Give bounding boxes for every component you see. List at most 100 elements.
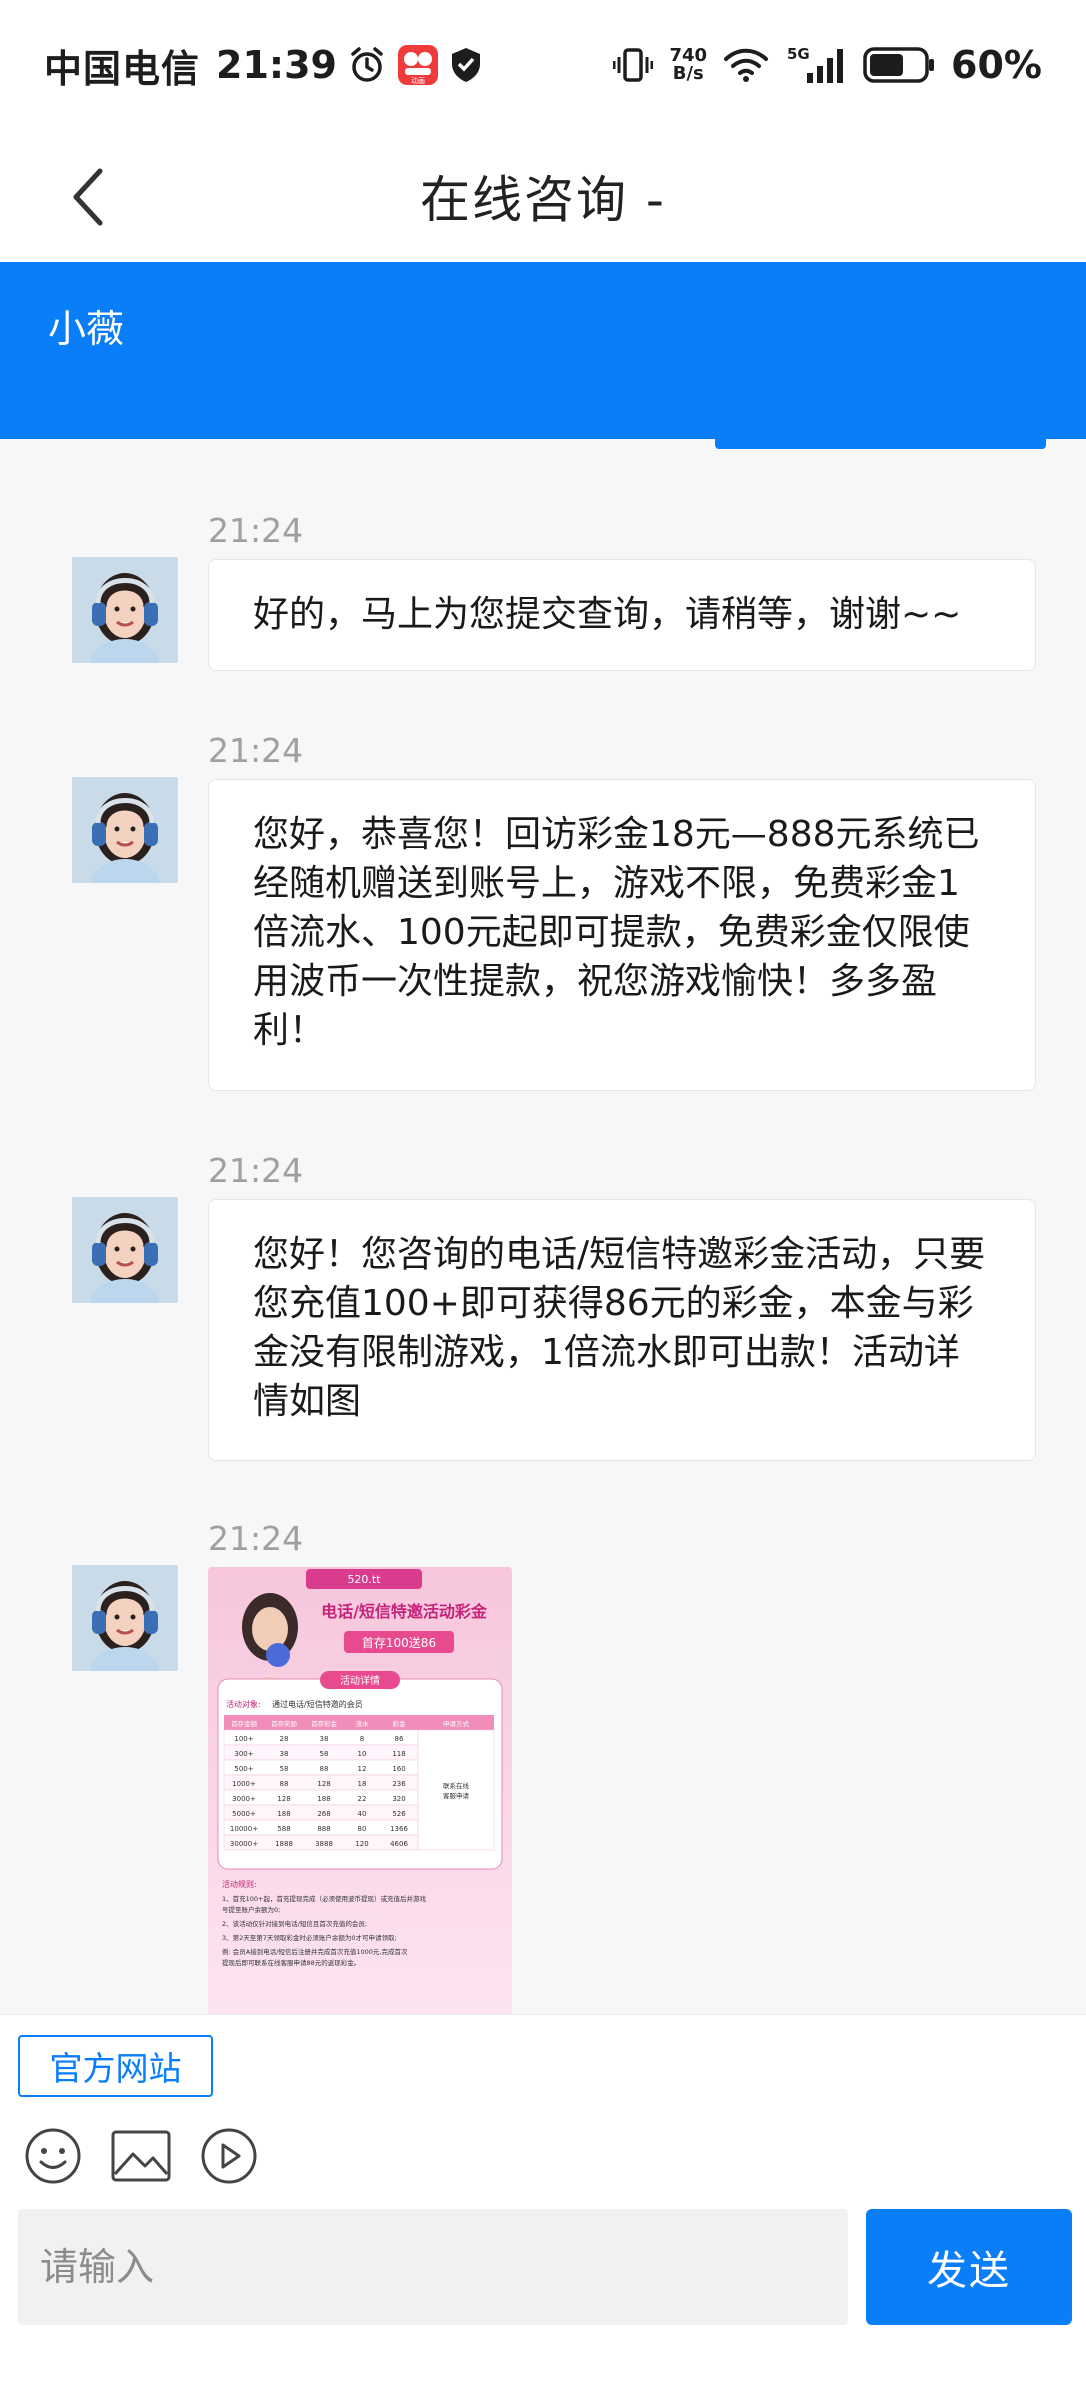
poster-table-cell: 18 [358, 1780, 367, 1788]
poster-rules-title: 活动规则: [222, 1879, 257, 1889]
message-bubble: 您好，恭喜您！回访彩金18元—888元系统已经随机赠送到账号上，游戏不限，免费彩… [208, 779, 1036, 1091]
poster-section: 活动详情 [340, 1674, 380, 1687]
poster-table-cell: 5000+ [232, 1810, 256, 1818]
poster-target-text: 通过电话/短信特邀的会员 [272, 1699, 363, 1709]
poster-table-cell: 160 [392, 1765, 405, 1773]
poster-apply-text: 客服申请 [443, 1791, 470, 1800]
alarm-icon [347, 45, 387, 85]
agent-name: 小薇 [48, 307, 125, 351]
poster-table-cell: 12 [358, 1765, 367, 1773]
poster-table-header: 首存奖励 [271, 1719, 298, 1728]
video-button[interactable] [198, 2125, 260, 2187]
app-badge-label: 动画 [411, 76, 425, 85]
poster-table-cell: 88 [320, 1765, 329, 1773]
poster-table-cell: 300+ [234, 1750, 253, 1758]
poster-brand: 520.tt [347, 1573, 381, 1586]
poster-table-header: 首存金额 [231, 1719, 258, 1728]
vibrate-icon [613, 45, 654, 85]
emoji-icon [25, 2128, 81, 2184]
poster-table-header: 彩金 [393, 1719, 407, 1728]
poster-table-cell: 268 [317, 1810, 330, 1818]
poster-table-cell: 320 [392, 1795, 405, 1803]
poster-table-cell: 8 [360, 1735, 364, 1743]
promo-image-message[interactable]: 520.tt 电话/短信特邀活动彩金 首存100送86 活动详情 活动对象: 通… [208, 1567, 512, 2014]
poster-table-cell: 1000+ [232, 1780, 256, 1788]
poster-table-cell: 128 [277, 1795, 290, 1803]
poster-table-header: 首存彩金 [311, 1719, 338, 1728]
back-arrow-icon [73, 168, 103, 226]
wifi-icon [723, 47, 769, 83]
poster-table-cell: 1888 [275, 1840, 293, 1848]
poster-table-cell: 88 [280, 1780, 289, 1788]
poster-table-cell: 188 [277, 1810, 290, 1818]
agent-avatar [72, 1565, 178, 1671]
poster-table-header: 流水 [356, 1719, 370, 1728]
back-button[interactable] [58, 162, 118, 232]
message-time: 21:24 [208, 731, 304, 770]
official-site-button[interactable]: 官方网站 [18, 2035, 213, 2097]
message-bubble: 您好！您咨询的电话/短信特邀彩金活动，只要您充值100+即可获得86元的彩金，本… [208, 1199, 1036, 1461]
signal-icon: 5G [785, 45, 847, 85]
poster-table-cell: 526 [392, 1810, 406, 1818]
message-input[interactable] [18, 2209, 848, 2325]
poster-table-cell: 38 [320, 1735, 329, 1743]
poster-title: 电话/短信特邀活动彩金 [321, 1602, 488, 1621]
poster-rule-line: 号提至账户余额为0; [222, 1905, 280, 1914]
poster-rule-line: 2、该活动仅针对接到电话/短信且首次充值的会员; [222, 1919, 367, 1928]
status-bar: 中国电信 21:39 动画 740 B/s 5G 60% [0, 0, 1086, 130]
message-bubble: 好的，马上为您提交查询，请稍等，谢谢~~ [208, 559, 1036, 671]
message-time: 21:24 [208, 1151, 304, 1190]
poster-table-cell: 128 [317, 1780, 330, 1788]
promo-poster: 520.tt 电话/短信特邀活动彩金 首存100送86 活动详情 活动对象: 通… [208, 1567, 512, 2014]
poster-apply-text: 联系在线 [443, 1781, 470, 1790]
network-speed: 740 B/s [669, 47, 707, 83]
poster-table-cell: 3888 [315, 1840, 333, 1848]
poster-table-cell: 58 [320, 1750, 329, 1758]
poster-table-cell: 10000+ [230, 1825, 258, 1833]
poster-table-cell: 1366 [390, 1825, 408, 1833]
agent-avatar [72, 557, 178, 663]
poster-table-cell: 30000+ [230, 1840, 258, 1848]
chat-message-list[interactable]: 21:24 好的，马上为您提交查询，请稍等，谢谢~~ 21:24 您好，恭喜您！… [0, 439, 1086, 2014]
poster-table-cell: 28 [280, 1735, 289, 1743]
poster-table-header: 申请方式 [443, 1719, 470, 1728]
battery-percentage: 60% [951, 43, 1042, 87]
page-title: 在线咨询 - [420, 171, 666, 229]
poster-table-cell: 86 [395, 1735, 404, 1743]
message-time: 21:24 [208, 1519, 304, 1558]
poster-table-cell: 10 [358, 1750, 367, 1758]
send-button[interactable]: 发送 [866, 2209, 1072, 2325]
carrier-name: 中国电信 [44, 46, 201, 91]
poster-target-label: 活动对象: [226, 1699, 261, 1709]
poster-table-cell: 888 [317, 1825, 330, 1833]
poster-table-cell: 3000+ [232, 1795, 256, 1803]
poster-table: 首存金额 首存奖励 首存彩金 流水 彩金 申请方式 100+ 28 38 8 86 300+ 38 58 1… [223, 1715, 495, 1851]
poster-subtitle: 首存100送86 [362, 1635, 436, 1650]
battery-icon [863, 46, 935, 84]
play-icon [201, 2128, 257, 2184]
poster-table-cell: 4606 [390, 1840, 408, 1848]
input-panel: 官方网站 发送 [0, 2014, 1086, 2400]
poster-table-cell: 500+ [234, 1765, 253, 1773]
app-badge-icon: 动画 [397, 44, 439, 86]
poster-table-cell: 120 [355, 1840, 368, 1848]
poster-table-cell: 40 [358, 1810, 367, 1818]
agent-avatar [72, 1197, 178, 1303]
agent-banner: 小薇 [0, 262, 1086, 449]
net-speed-unit: B/s [672, 63, 704, 84]
network-type-label: 5G [787, 45, 810, 63]
poster-table-cell: 188 [317, 1795, 330, 1803]
poster-rule-line: 例: 会员A接到电话/短信后注册并完成首次充值1000元,完成首次 [222, 1947, 408, 1956]
nav-header: 在线咨询 - [0, 130, 1086, 262]
poster-table-cell: 100+ [234, 1735, 253, 1743]
poster-table-cell: 236 [392, 1780, 406, 1788]
poster-table-cell: 38 [280, 1750, 289, 1758]
image-button[interactable] [110, 2125, 172, 2187]
poster-table-cell: 22 [358, 1795, 367, 1803]
poster-rule-line: 3、第2天至第7天领取彩金时必须账户余额为0才可申请领取; [222, 1933, 397, 1942]
poster-apply-cell [417, 1729, 495, 1851]
emoji-button[interactable] [22, 2125, 84, 2187]
message-time: 21:24 [208, 511, 304, 550]
poster-rule-line: 提现后即可联系在线客服申请88元的返现彩金。 [222, 1958, 360, 1967]
poster-rule-line: 1、首充100+起，首充提现完成（必须使用波币提现）或充值后并游戏 [222, 1894, 426, 1903]
